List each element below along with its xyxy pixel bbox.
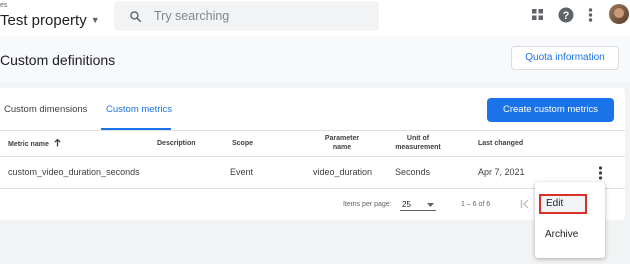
column-header-description: Description <box>157 140 196 147</box>
menu-item-archive[interactable]: Archive <box>545 229 578 240</box>
property-selector[interactable]: Test property ▼ <box>0 12 100 29</box>
breadcrumb[interactable]: es <box>0 2 7 9</box>
more-vert-icon[interactable] <box>588 8 593 22</box>
page-title: Custom definitions <box>0 52 116 68</box>
divider <box>0 156 625 157</box>
arrow-up-icon <box>54 138 61 147</box>
pagination-range: 1 – 6 of 6 <box>461 201 491 208</box>
divider <box>0 130 625 131</box>
svg-text:?: ? <box>563 10 570 22</box>
quota-information-button[interactable]: Quota information <box>511 46 619 70</box>
definitions-card: Custom dimensions Custom metrics Create … <box>0 88 625 220</box>
cell-parameter-name: video_duration <box>313 167 373 177</box>
cell-unit: Seconds <box>395 167 431 177</box>
dropdown-arrow-icon <box>427 203 434 207</box>
property-name: Test property <box>0 12 87 29</box>
column-header-scope: Scope <box>232 140 254 147</box>
search-placeholder: Try searching <box>154 9 230 23</box>
first-page-icon[interactable] <box>520 199 530 209</box>
items-per-page-label: Items per page: <box>343 201 392 208</box>
cell-last-changed: Apr 7, 2021 <box>478 167 525 177</box>
column-header-metric-name[interactable]: Metric name <box>8 138 61 149</box>
help-icon[interactable]: ? <box>558 7 574 23</box>
tab-custom-metrics[interactable]: Custom metrics <box>106 104 172 115</box>
row-context-menu: Edit Archive <box>535 182 605 258</box>
search-icon <box>130 11 142 23</box>
menu-item-edit[interactable]: Edit <box>539 194 587 214</box>
row-more-vert-icon[interactable] <box>598 166 603 180</box>
cell-metric-name: custom_video_duration_seconds <box>8 167 140 177</box>
create-custom-metrics-button[interactable]: Create custom metrics <box>487 98 614 122</box>
divider <box>0 188 625 189</box>
column-header-label: Metric name <box>8 141 49 148</box>
column-header-line: Unit of <box>406 135 430 142</box>
items-per-page-value: 25 <box>402 200 411 209</box>
avatar[interactable] <box>609 4 629 24</box>
column-header-line: measurement <box>395 144 441 151</box>
caret-down-icon: ▼ <box>90 15 100 25</box>
search-box[interactable]: Try searching <box>114 1 379 31</box>
select-underline <box>400 210 436 211</box>
column-header-line: Parameter <box>324 135 360 142</box>
column-header-parameter-name: Parameter name <box>312 134 372 152</box>
column-header-line: name <box>332 144 352 151</box>
cell-scope: Event <box>230 167 254 177</box>
column-header-last-changed: Last changed <box>478 140 524 147</box>
column-header-unit: Unit of measurement <box>388 134 448 152</box>
tab-custom-dimensions[interactable]: Custom dimensions <box>4 104 87 115</box>
top-bar: es Test property ▼ Try searching ? <box>0 0 630 36</box>
apps-grid-icon[interactable] <box>531 8 544 21</box>
page-header: Custom definitions Quota information <box>0 36 630 82</box>
